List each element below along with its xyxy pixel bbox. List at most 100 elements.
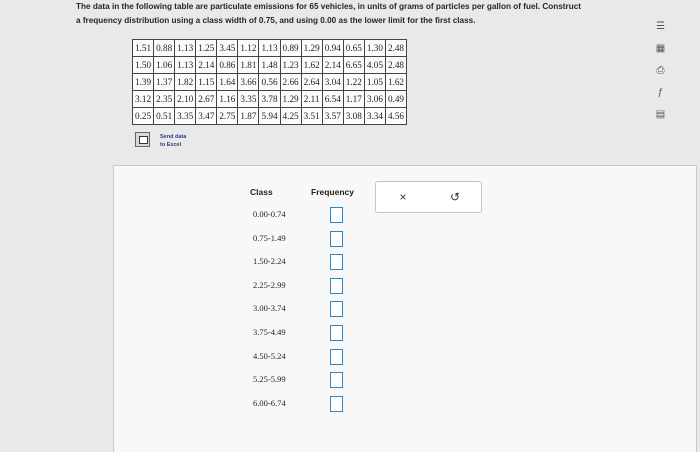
data-cell: 3.35 [237, 90, 260, 108]
data-cell: 1.17 [342, 90, 365, 108]
data-cell: 0.88 [153, 39, 176, 57]
data-cell: 1.51 [131, 39, 155, 57]
frequency-input[interactable] [330, 395, 343, 412]
class-header: Class [250, 187, 273, 197]
class-label: 3.00-3.74 [253, 303, 286, 314]
print-icon[interactable]: ⎙ [653, 64, 668, 77]
data-cell: 1.13 [174, 39, 197, 57]
excel-icon[interactable] [135, 132, 150, 147]
data-cell: 0.94 [321, 39, 344, 57]
book-icon[interactable]: ▤ [653, 108, 668, 121]
data-cell: 2.14 [321, 56, 344, 74]
question-line-2: a frequency distribution using a class w… [76, 16, 476, 25]
data-cell: 1.30 [363, 39, 386, 57]
data-cell: 3.35 [174, 107, 197, 125]
notes-icon[interactable]: ☰ [653, 20, 668, 33]
data-cell: 1.05 [363, 73, 386, 91]
data-cell: 3.66 [237, 73, 260, 91]
data-cell: 2.48 [384, 39, 408, 57]
data-cell: 1.06 [153, 56, 176, 74]
data-row: 1.50 1.06 1.13 2.14 0.86 1.81 1.48 1.23 1.62 2.14… [131, 56, 408, 74]
data-cell: 2.64 [300, 73, 323, 91]
send-to-excel-line-1: Send data [160, 134, 187, 140]
data-cell: 0.25 [131, 107, 155, 125]
data-cell: 1.16 [216, 90, 239, 108]
data-cell: 3.04 [321, 73, 344, 91]
data-cell: 1.29 [300, 39, 323, 57]
data-cell: 2.35 [153, 90, 176, 108]
class-label: 5.25-5.99 [253, 374, 286, 385]
data-cell: 6.54 [321, 90, 344, 108]
data-cell: 1.62 [300, 56, 323, 74]
data-cell: 1.13 [174, 56, 197, 74]
data-cell: 3.45 [216, 39, 239, 57]
data-cell: 1.23 [279, 56, 302, 74]
formula-icon[interactable]: ƒ [653, 86, 668, 99]
class-label: 3.75-4.49 [253, 327, 286, 337]
data-table: 1.51 0.88 1.13 1.25 3.45 1.12 1.13 0.89 1.29 0.94… [131, 39, 408, 125]
frequency-input[interactable] [330, 301, 343, 318]
undo-icon[interactable]: ↺ [448, 190, 462, 204]
data-cell: 2.14 [195, 56, 218, 74]
send-to-excel-line-2: to Excel [160, 142, 182, 148]
data-row: 1.51 0.88 1.13 1.25 3.45 1.12 1.13 0.89 1.29 0.94… [131, 39, 408, 57]
data-cell: 1.25 [195, 39, 218, 57]
data-cell: 3.57 [321, 107, 344, 125]
data-cell: 5.94 [258, 107, 281, 125]
frequency-input[interactable] [330, 207, 343, 223]
data-cell: 0.89 [279, 39, 302, 57]
data-cell: 2.10 [174, 90, 197, 108]
data-cell: 1.81 [237, 56, 260, 74]
data-cell: 2.75 [216, 107, 239, 125]
data-cell: 1.62 [384, 73, 408, 91]
data-cell: 2.48 [384, 56, 408, 74]
data-cell: 1.48 [258, 56, 281, 74]
data-cell: 1.29 [279, 90, 302, 108]
send-to-excel-link[interactable]: Send data to Excel [160, 133, 186, 149]
answer-action-box: × ↺ [375, 181, 482, 213]
data-cell: 3.47 [195, 107, 218, 125]
class-label: 6.00-6.74 [253, 397, 286, 408]
class-label: 1.50-2.24 [253, 256, 286, 267]
data-cell: 0.65 [342, 39, 365, 57]
class-label: 0.00-0.74 [253, 209, 286, 219]
question-line-1: The data in the following table are part… [76, 2, 581, 11]
class-label: 2.25-2.99 [253, 279, 286, 290]
frequency-input[interactable] [330, 277, 343, 294]
frequency-input[interactable] [330, 372, 343, 389]
data-cell: 1.82 [174, 73, 197, 91]
data-cell: 3.51 [300, 107, 323, 125]
close-icon[interactable]: × [396, 190, 410, 204]
data-cell: 1.37 [153, 73, 176, 91]
frequency-input[interactable] [330, 348, 343, 365]
data-cell: 0.49 [384, 90, 408, 108]
question-text: The data in the following table are part… [76, 0, 636, 28]
data-cell: 1.15 [195, 73, 218, 91]
data-cell: 3.08 [342, 107, 365, 125]
data-row: 0.25 0.51 3.35 3.47 2.75 1.87 5.94 4.25 3.51 3.57… [131, 107, 408, 125]
frequency-input[interactable] [330, 230, 343, 247]
data-cell: 2.67 [195, 90, 218, 108]
data-cell: 4.05 [363, 56, 386, 74]
data-cell: 4.25 [279, 107, 302, 125]
data-cell: 0.86 [216, 56, 239, 74]
class-label: 0.75-1.49 [253, 232, 286, 243]
class-label: 4.50-5.24 [253, 350, 286, 361]
data-cell: 3.06 [363, 90, 386, 108]
data-cell: 1.22 [342, 73, 365, 91]
data-cell: 6.65 [342, 56, 365, 74]
data-cell: 1.39 [131, 73, 155, 91]
data-cell: 3.78 [258, 90, 281, 108]
frequency-input[interactable] [330, 325, 343, 341]
frequency-header: Frequency [311, 187, 354, 197]
calculator-icon[interactable]: ▦ [653, 42, 668, 55]
data-cell: 1.13 [258, 39, 281, 57]
data-cell: 4.56 [384, 107, 408, 125]
frequency-input[interactable] [330, 254, 343, 271]
data-cell: 1.50 [131, 56, 155, 74]
data-cell: 3.12 [131, 90, 155, 108]
data-cell: 1.12 [237, 39, 260, 57]
data-cell: 1.64 [216, 73, 239, 91]
data-cell: 3.34 [363, 107, 386, 125]
data-cell: 2.66 [279, 73, 302, 91]
